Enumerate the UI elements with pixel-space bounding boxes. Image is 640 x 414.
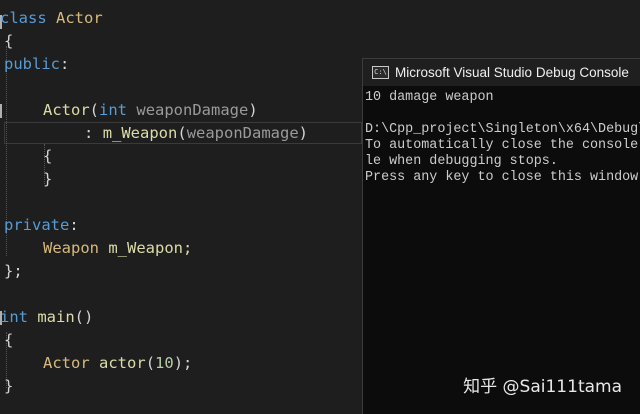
member-name: m_Weapon; xyxy=(108,239,193,257)
keyword: class xyxy=(0,9,47,27)
number-literal: 10 xyxy=(155,354,174,372)
code-line: { xyxy=(4,30,13,53)
console-line: 10 damage weapon xyxy=(365,90,494,105)
debug-console-window[interactable]: C:\ Microsoft Visual Studio Debug Consol… xyxy=(362,58,640,414)
console-titlebar[interactable]: C:\ Microsoft Visual Studio Debug Consol… xyxy=(363,59,640,86)
brace: { xyxy=(4,331,14,349)
console-output[interactable]: 10 damage weapon D:\Cpp_project\Singleto… xyxy=(363,86,640,186)
console-line: Press any key to close this window xyxy=(365,170,639,185)
punctuation: ( xyxy=(177,124,187,142)
variable-name: actor xyxy=(99,354,146,372)
code-line: { xyxy=(4,329,13,352)
param-name: weaponDamage xyxy=(186,124,299,142)
console-line: To automatically close the console xyxy=(365,138,639,153)
console-icon: C:\ xyxy=(372,66,389,79)
brace: } xyxy=(43,170,53,188)
punctuation: ) xyxy=(248,101,258,119)
code-line: private: xyxy=(4,214,79,237)
brace: }; xyxy=(4,262,23,280)
code-line: public: xyxy=(4,53,69,76)
brace: { xyxy=(43,147,53,165)
variable-type: Actor xyxy=(43,354,90,372)
access-specifier: public xyxy=(4,55,60,73)
console-title: Microsoft Visual Studio Debug Console xyxy=(395,65,629,80)
code-line: { xyxy=(43,145,52,168)
code-line: Weapon m_Weapon; xyxy=(43,237,192,260)
return-type: int xyxy=(0,308,28,326)
punctuation: () xyxy=(74,308,94,326)
code-line: class Actor xyxy=(0,7,103,30)
param-type: int xyxy=(99,101,128,119)
code-line: Actor actor(10); xyxy=(43,352,192,375)
punctuation: ( xyxy=(145,354,156,372)
collapse-marker[interactable] xyxy=(0,104,2,118)
code-line: int main() xyxy=(0,306,93,329)
console-line: le when debugging stops. xyxy=(365,154,558,169)
punctuation: ); xyxy=(173,354,193,372)
code-line: : m_Weapon(weaponDamage) xyxy=(84,122,308,145)
constructor-name: Actor xyxy=(43,101,90,119)
brace: } xyxy=(4,377,14,395)
brace: { xyxy=(4,32,14,50)
punctuation: ) xyxy=(298,124,309,142)
code-line: Actor(int weaponDamage) xyxy=(43,99,258,122)
punctuation: : xyxy=(84,124,94,142)
code-line: }; xyxy=(4,260,23,283)
console-line: D:\Cpp_project\Singleton\x64\Debug\ xyxy=(365,122,640,137)
code-line: } xyxy=(4,375,13,398)
class-name: Actor xyxy=(56,9,103,27)
punctuation: : xyxy=(69,216,79,234)
member-type: Weapon xyxy=(43,239,99,257)
member-initializer: m_Weapon xyxy=(102,124,178,142)
function-name: main xyxy=(37,308,75,326)
param-name: weaponDamage xyxy=(136,101,249,119)
watermark: 知乎 @Sai111tama xyxy=(463,377,622,397)
access-specifier: private xyxy=(4,216,70,234)
punctuation: : xyxy=(60,55,70,73)
punctuation: ( xyxy=(89,101,100,119)
code-line: } xyxy=(43,168,52,191)
